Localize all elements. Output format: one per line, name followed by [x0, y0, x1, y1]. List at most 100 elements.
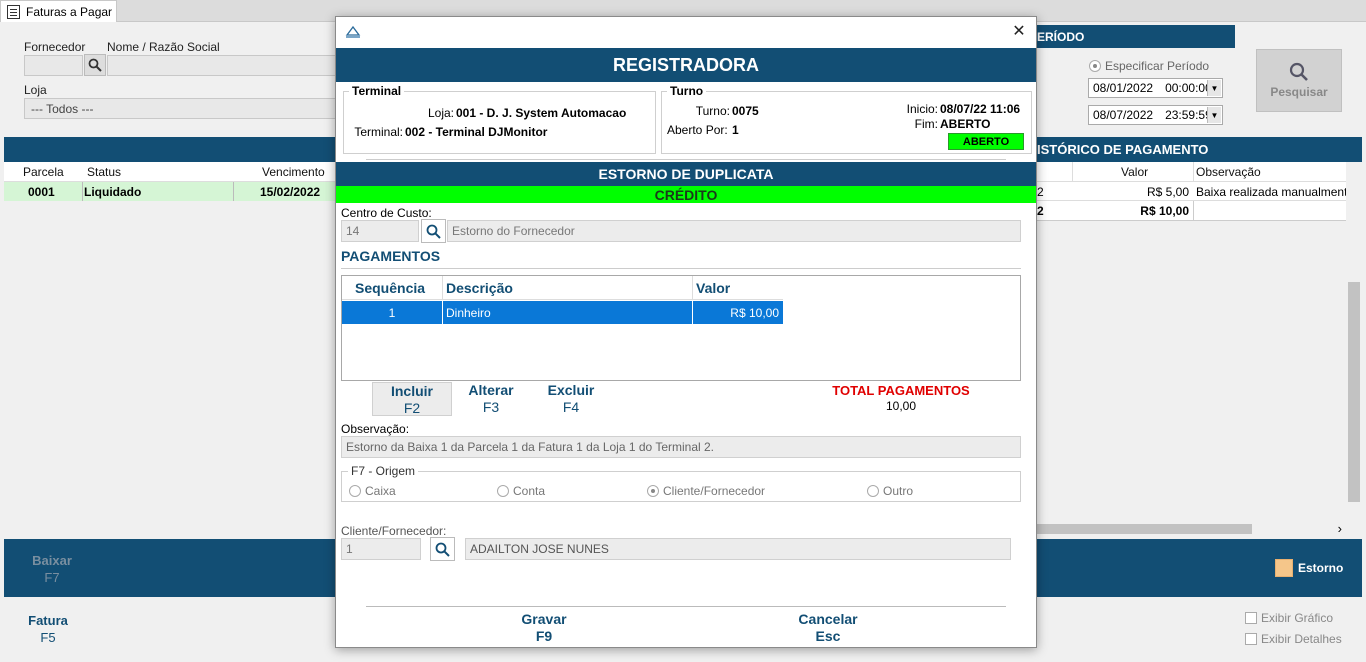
total-pagamentos-value: 10,00 — [885, 399, 917, 413]
table-row[interactable]: 2 R$ 5,00 Baixa realizada manualment — [1037, 182, 1346, 201]
specify-period-radio[interactable]: Especificar Período — [1089, 59, 1209, 73]
gravar-key: F9 — [535, 628, 553, 644]
turno-legend: Turno — [667, 84, 707, 98]
cell-sequencia: 1 — [388, 306, 396, 320]
period-header: ERÍODO — [1037, 25, 1235, 48]
column-status[interactable]: Status — [83, 165, 121, 179]
column-sequencia[interactable]: Sequência — [355, 280, 425, 296]
cliente-search-button[interactable] — [430, 537, 455, 561]
search-icon — [435, 542, 450, 557]
table-row[interactable]: 1 Dinheiro R$ 10,00 — [342, 301, 783, 324]
terminal-label: Terminal: — [354, 125, 403, 139]
column-observacao[interactable]: Observação — [1192, 165, 1261, 179]
cell-vencimento: 15/02/2022 — [260, 185, 321, 199]
end-time: 23:59:59 — [1165, 108, 1212, 122]
baixar-button[interactable]: Baixar F7 — [22, 552, 82, 586]
cancelar-button[interactable]: Cancelar Esc — [788, 611, 868, 645]
credito-header: CRÉDITO — [336, 186, 1036, 203]
terminal-legend: Terminal — [349, 84, 405, 98]
cancelar-label: Cancelar — [798, 611, 858, 627]
vertical-scrollbar[interactable] — [1346, 162, 1362, 536]
cell-c0: 2 — [1037, 204, 1044, 218]
start-time: 00:00:00 — [1165, 81, 1212, 95]
table-row-total[interactable]: 2 R$ 10,00 — [1037, 201, 1346, 221]
cell-parcela: 0001 — [28, 185, 55, 199]
origem-group: F7 - Origem Caixa Conta Cliente/Forneced… — [341, 464, 1021, 502]
exibir-grafico-checkbox[interactable]: Exibir Gráfico — [1245, 611, 1333, 625]
centro-custo-search-button[interactable] — [421, 219, 446, 243]
fornecedor-code-input[interactable] — [24, 55, 83, 76]
pagamentos-column-header: Sequência Descrição Valor — [342, 276, 783, 300]
column-descricao[interactable]: Descrição — [446, 280, 513, 296]
cliente-name-input[interactable]: ADAILTON JOSE NUNES — [465, 538, 1011, 560]
turno-label: Turno: — [695, 104, 730, 118]
loja-select[interactable]: --- Todos --- — [24, 98, 337, 119]
search-icon — [1289, 62, 1308, 81]
alterar-button[interactable]: Alterar F3 — [451, 382, 531, 416]
document-icon — [7, 4, 20, 19]
tab-label: Faturas a Pagar — [26, 4, 113, 19]
gravar-button[interactable]: Gravar F9 — [504, 611, 584, 645]
column-parcela[interactable]: Parcela — [19, 165, 64, 179]
exibir-grafico-label: Exibir Gráfico — [1261, 611, 1334, 625]
search-button-label: Pesquisar — [1270, 85, 1328, 99]
estorno-color-swatch — [1275, 559, 1293, 577]
parcelas-header-bar — [4, 137, 335, 162]
observacao-input[interactable]: Estorno da Baixa 1 da Parcela 1 da Fatur… — [341, 436, 1021, 458]
registradora-dialog: ✕ REGISTRADORA Terminal Loja: 001 - D. J… — [335, 16, 1037, 648]
horizontal-scrollbar[interactable]: › — [1037, 521, 1346, 537]
pagamentos-grid: Sequência Descrição Valor 1 Dinheiro R$ … — [341, 275, 1021, 381]
origem-conta-label: Conta — [513, 484, 546, 498]
radio-indicator — [867, 485, 879, 497]
start-date: 08/01/2022 — [1093, 81, 1154, 95]
end-date: 08/07/2022 — [1093, 108, 1154, 122]
dropdown-arrow-icon[interactable]: ▼ — [1207, 80, 1221, 96]
table-row[interactable]: 0001 Liquidado 15/02/2022 — [4, 182, 335, 201]
excluir-button[interactable]: Excluir F4 — [531, 382, 611, 416]
end-datetime-picker[interactable]: 08/07/2022 23:59:59 ▼ — [1088, 105, 1223, 125]
radio-indicator — [1089, 60, 1101, 72]
column-valor[interactable]: Valor — [696, 280, 730, 296]
estorno-legend: Estorno — [1275, 559, 1343, 577]
origem-caixa-radio[interactable]: Caixa — [349, 484, 396, 498]
fornecedor-search-button[interactable] — [84, 54, 106, 76]
search-button[interactable]: Pesquisar — [1256, 49, 1342, 112]
exibir-detalhes-checkbox[interactable]: Exibir Detalhes — [1245, 632, 1342, 646]
close-icon[interactable]: ✕ — [1010, 22, 1028, 40]
incluir-key: F2 — [403, 400, 421, 416]
tab-faturas-a-pagar[interactable]: Faturas a Pagar — [0, 0, 117, 22]
origem-cliente-fornecedor-radio[interactable]: Cliente/Fornecedor — [647, 484, 765, 498]
alterar-label: Alterar — [468, 382, 514, 398]
column-vencimento[interactable]: Vencimento — [258, 165, 325, 179]
start-datetime-picker[interactable]: 08/01/2022 00:00:00 ▼ — [1088, 78, 1223, 98]
inicio-value: 08/07/22 11:06 — [940, 102, 1021, 116]
historico-column-header: Valor Observação — [1037, 162, 1346, 182]
origem-outro-radio[interactable]: Outro — [867, 484, 913, 498]
chevron-right-icon[interactable]: › — [1338, 521, 1342, 536]
radio-indicator — [497, 485, 509, 497]
aberto-por-label: Aberto Por: — [667, 123, 728, 137]
cliente-fornecedor-label: Cliente/Fornecedor: — [341, 524, 447, 538]
razao-social-input[interactable] — [107, 55, 337, 76]
dropdown-arrow-icon[interactable]: ▼ — [1207, 107, 1221, 123]
origem-cliente-fornecedor-label: Cliente/Fornecedor — [663, 484, 766, 498]
checkbox-indicator — [1245, 633, 1257, 645]
incluir-button[interactable]: Incluir F2 — [372, 382, 452, 416]
origem-outro-label: Outro — [883, 484, 914, 498]
cliente-code-input[interactable]: 1 — [341, 538, 421, 560]
terminal-value: 002 - Terminal DJMonitor — [405, 125, 548, 139]
inicio-label: Inicio: — [906, 102, 938, 116]
cell-valor-total: R$ 10,00 — [1140, 204, 1189, 218]
fatura-button[interactable]: Fatura F5 — [18, 612, 78, 646]
cell-c0: 2 — [1037, 185, 1044, 199]
parcelas-empty-area — [4, 201, 335, 539]
excluir-label: Excluir — [547, 382, 595, 398]
centro-custo-code-input[interactable]: 14 — [341, 220, 419, 242]
centro-custo-name-input[interactable]: Estorno do Fornecedor — [447, 220, 1021, 242]
column-valor[interactable]: Valor — [1117, 165, 1148, 179]
specify-period-label: Especificar Período — [1105, 59, 1210, 73]
cell-status: Liquidado — [84, 185, 142, 199]
origem-conta-radio[interactable]: Conta — [497, 484, 545, 498]
status-badge: ABERTO — [948, 133, 1024, 150]
loja-label: Loja — [24, 83, 47, 97]
